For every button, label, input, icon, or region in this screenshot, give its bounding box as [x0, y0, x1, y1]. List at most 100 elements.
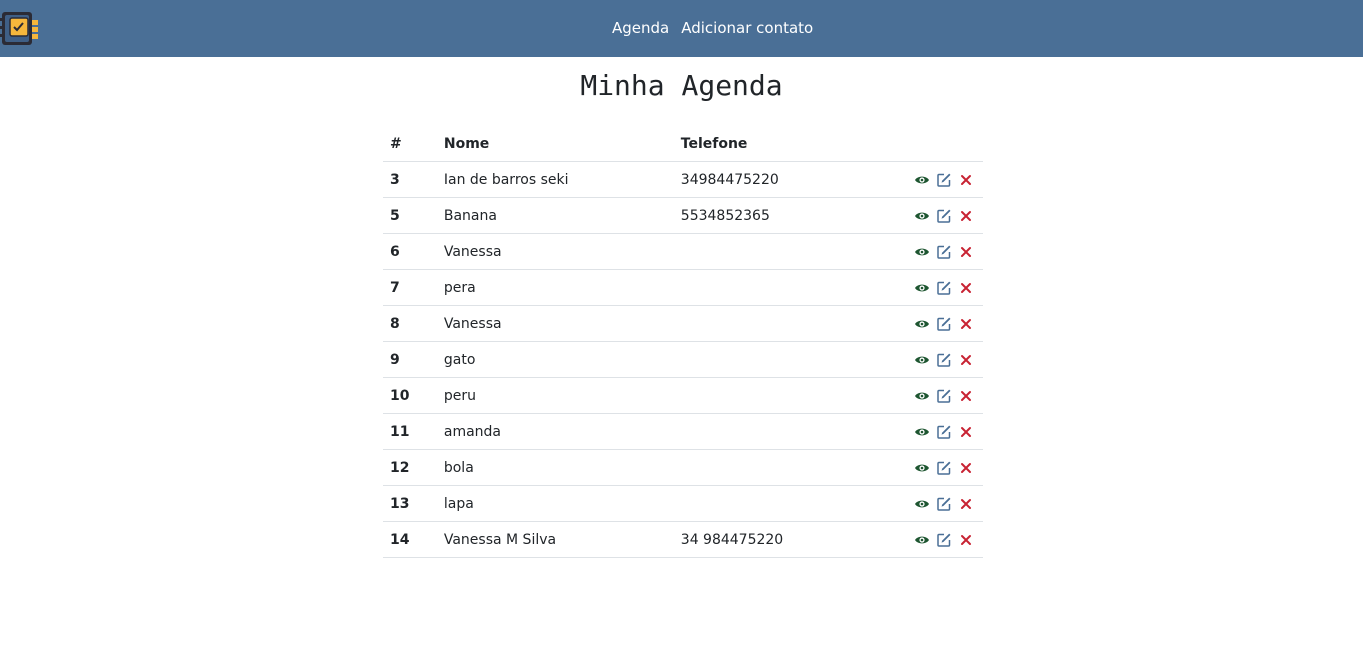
row-actions-group [914, 532, 976, 548]
row-phone [673, 377, 907, 414]
edit-icon[interactable] [936, 496, 952, 512]
row-name: lapa [436, 485, 674, 522]
row-actions [907, 197, 983, 234]
delete-icon[interactable] [958, 352, 974, 368]
row-actions [907, 449, 983, 486]
row-id: 12 [383, 449, 437, 486]
row-actions-group [914, 388, 976, 404]
eye-icon[interactable] [914, 496, 930, 512]
row-phone [673, 233, 907, 270]
eye-icon[interactable] [914, 172, 930, 188]
edit-icon[interactable] [936, 244, 952, 260]
delete-icon[interactable] [958, 244, 974, 260]
edit-icon[interactable] [936, 460, 952, 476]
table-row: 8 Vanessa [383, 305, 983, 342]
row-actions [907, 161, 983, 198]
delete-icon[interactable] [958, 424, 974, 440]
nav-link-add-contact[interactable]: Adicionar contato [681, 19, 813, 38]
table-row: 12 bola [383, 449, 983, 486]
eye-icon[interactable] [914, 460, 930, 476]
row-actions-group [914, 172, 976, 188]
contacts-table: # Nome Telefone 3 Ian de barros seki 34984… [383, 126, 983, 558]
row-name: Vanessa [436, 305, 674, 342]
eye-icon[interactable] [914, 244, 930, 260]
eye-icon[interactable] [914, 388, 930, 404]
edit-icon[interactable] [936, 388, 952, 404]
row-actions-group [914, 352, 976, 368]
row-phone: 5534852365 [673, 197, 907, 234]
row-id: 14 [383, 521, 437, 558]
nav-link-agenda[interactable]: Agenda [612, 19, 669, 38]
row-actions [907, 233, 983, 270]
row-name: peru [436, 377, 674, 414]
eye-icon[interactable] [914, 208, 930, 224]
delete-icon[interactable] [958, 316, 974, 332]
row-name: Vanessa [436, 233, 674, 270]
row-phone [673, 485, 907, 522]
table-row: 7 pera [383, 269, 983, 306]
edit-icon[interactable] [936, 208, 952, 224]
table-row: 14 Vanessa M Silva 34 984475220 [383, 521, 983, 558]
column-header-name: Nome [436, 126, 674, 162]
row-name: Ian de barros seki [436, 161, 674, 198]
row-actions-group [914, 280, 976, 296]
column-header-phone: Telefone [673, 126, 907, 162]
table-row: 11 amanda [383, 413, 983, 450]
edit-icon[interactable] [936, 424, 952, 440]
table-row: 6 Vanessa [383, 233, 983, 270]
row-actions [907, 341, 983, 378]
row-name: Banana [436, 197, 674, 234]
delete-icon[interactable] [958, 388, 974, 404]
row-actions-group [914, 460, 976, 476]
row-actions [907, 521, 983, 558]
delete-icon[interactable] [958, 172, 974, 188]
delete-icon[interactable] [958, 532, 974, 548]
eye-icon[interactable] [914, 424, 930, 440]
eye-icon[interactable] [914, 316, 930, 332]
row-actions [907, 485, 983, 522]
row-actions-group [914, 244, 976, 260]
edit-icon[interactable] [936, 280, 952, 296]
table-row: 10 peru [383, 377, 983, 414]
row-id: 11 [383, 413, 437, 450]
row-phone: 34 984475220 [673, 521, 907, 558]
row-name: gato [436, 341, 674, 378]
row-phone [673, 341, 907, 378]
row-id: 9 [383, 341, 437, 378]
row-phone [673, 305, 907, 342]
table-body: 3 Ian de barros seki 34984475220 5 Banana 553… [383, 161, 983, 558]
row-name: pera [436, 269, 674, 306]
row-id: 6 [383, 233, 437, 270]
row-actions [907, 305, 983, 342]
row-id: 13 [383, 485, 437, 522]
delete-icon[interactable] [958, 460, 974, 476]
delete-icon[interactable] [958, 280, 974, 296]
row-id: 5 [383, 197, 437, 234]
table-row: 13 lapa [383, 485, 983, 522]
edit-icon[interactable] [936, 172, 952, 188]
eye-icon[interactable] [914, 280, 930, 296]
row-actions-group [914, 424, 976, 440]
row-id: 7 [383, 269, 437, 306]
row-actions-group [914, 316, 976, 332]
edit-icon[interactable] [936, 316, 952, 332]
table-row: 9 gato [383, 341, 983, 378]
eye-icon[interactable] [914, 352, 930, 368]
row-phone [673, 449, 907, 486]
row-id: 8 [383, 305, 437, 342]
edit-icon[interactable] [936, 532, 952, 548]
row-actions-group [914, 208, 976, 224]
contact-book-icon[interactable] [0, 8, 40, 48]
row-phone [673, 269, 907, 306]
eye-icon[interactable] [914, 532, 930, 548]
table-row: 3 Ian de barros seki 34984475220 [383, 161, 983, 198]
column-header-id: # [383, 126, 437, 162]
navbar: Agenda Adicionar contato [0, 0, 1363, 57]
row-actions [907, 377, 983, 414]
delete-icon[interactable] [958, 496, 974, 512]
edit-icon[interactable] [936, 352, 952, 368]
table-row: 5 Banana 5534852365 [383, 197, 983, 234]
delete-icon[interactable] [958, 208, 974, 224]
row-phone: 34984475220 [673, 161, 907, 198]
nav-links: Agenda Adicionar contato [612, 19, 813, 38]
